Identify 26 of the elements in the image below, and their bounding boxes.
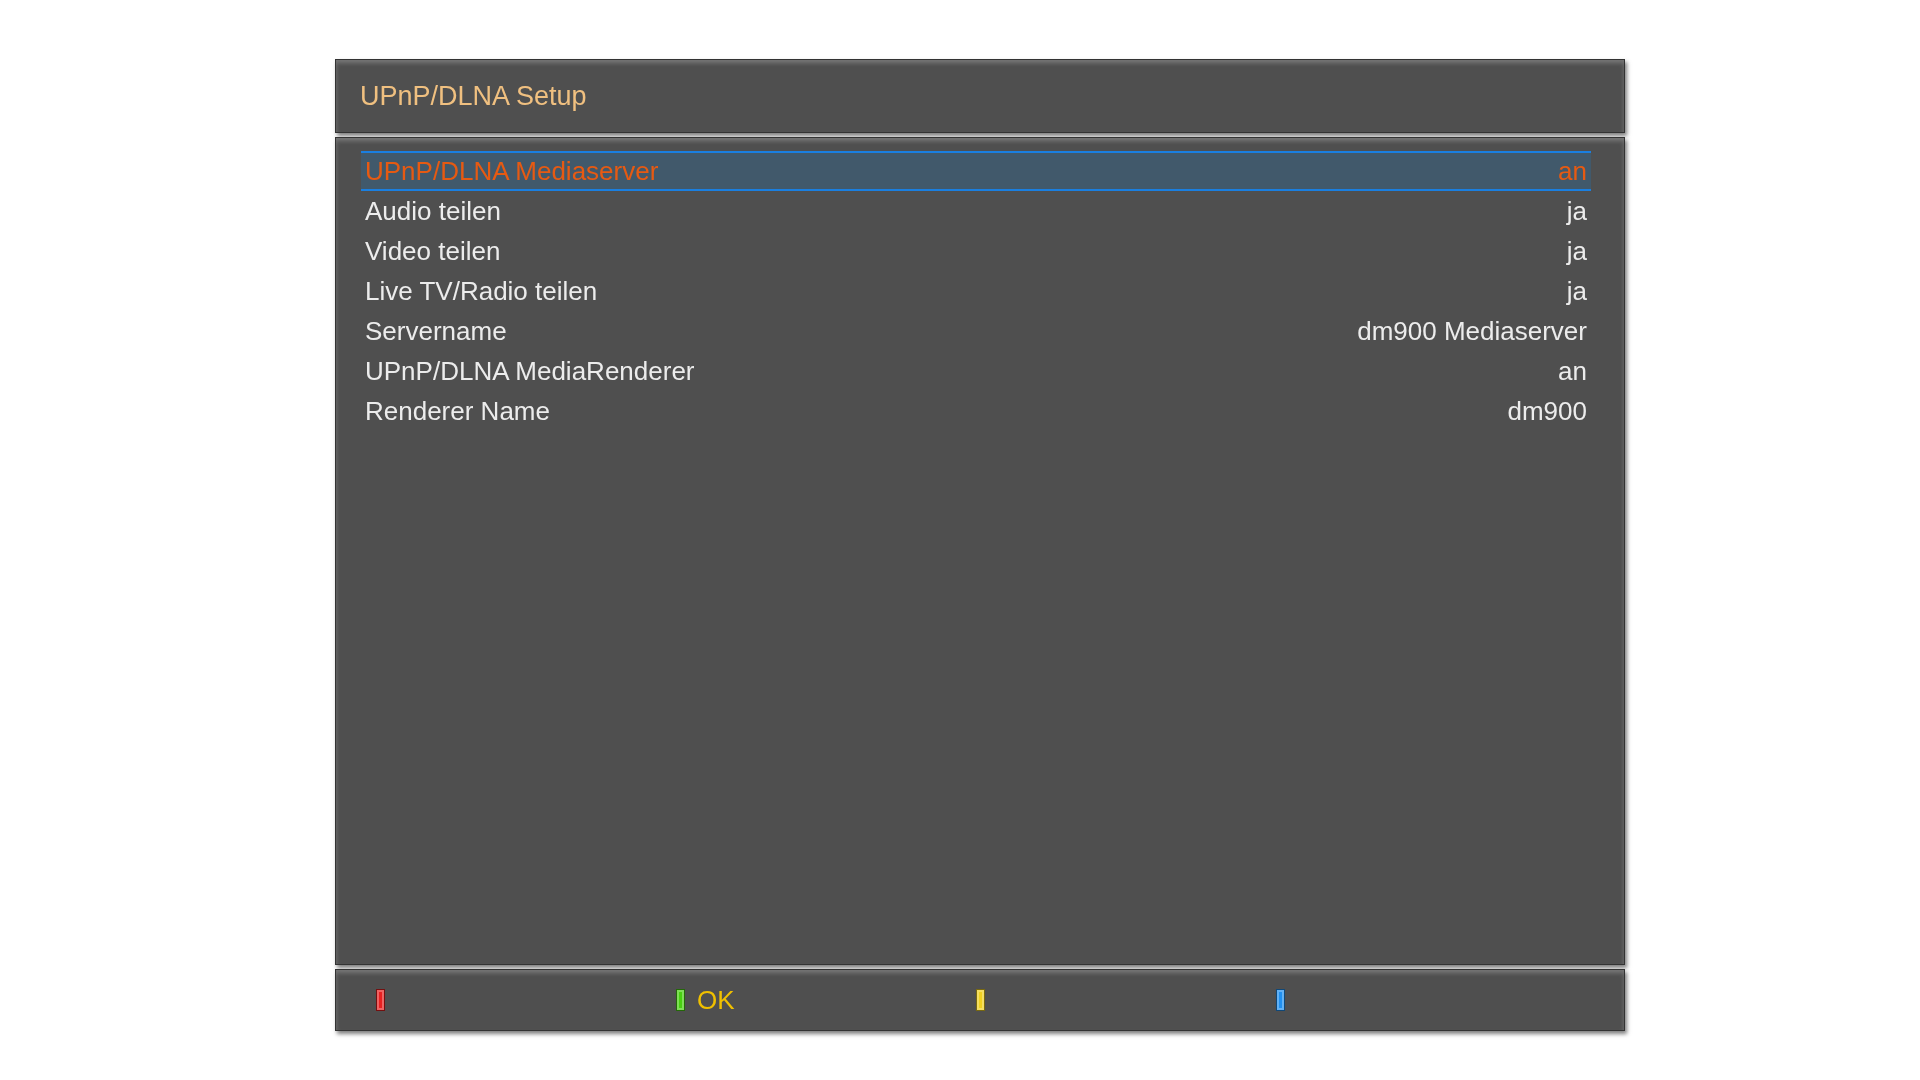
setting-label: UPnP/DLNA MediaRenderer bbox=[365, 355, 695, 387]
color-key-icon[interactable] bbox=[1276, 989, 1285, 1011]
setting-row[interactable]: Audio teilen ja bbox=[361, 191, 1591, 231]
window-title: UPnP/DLNA Setup bbox=[360, 80, 587, 112]
setting-row[interactable]: Renderer Name dm900 bbox=[361, 391, 1591, 431]
setting-label: UPnP/DLNA Mediaserver bbox=[365, 155, 659, 187]
setting-row[interactable]: UPnP/DLNA MediaRenderer an bbox=[361, 351, 1591, 391]
color-key-icon[interactable] bbox=[976, 989, 985, 1011]
key-label: OK bbox=[697, 984, 735, 1016]
setting-label: Audio teilen bbox=[365, 195, 501, 227]
setting-row[interactable]: Video teilen ja bbox=[361, 231, 1591, 271]
setting-label: Live TV/Radio teilen bbox=[365, 275, 598, 307]
setting-value: dm900 bbox=[1507, 395, 1587, 427]
color-key-icon[interactable] bbox=[676, 989, 685, 1011]
setting-row[interactable]: Servername dm900 Mediaserver bbox=[361, 311, 1591, 351]
setting-value: ja bbox=[1566, 195, 1587, 227]
setting-value: dm900 Mediaserver bbox=[1357, 315, 1587, 347]
setting-label: Video teilen bbox=[365, 235, 501, 267]
color-key-icon[interactable] bbox=[376, 989, 385, 1011]
setting-value: an bbox=[1558, 355, 1587, 387]
setting-value: an bbox=[1558, 155, 1587, 187]
setting-label: Renderer Name bbox=[365, 395, 550, 427]
setting-value: ja bbox=[1566, 275, 1587, 307]
setting-value: ja bbox=[1566, 235, 1587, 267]
setting-label: Servername bbox=[365, 315, 507, 347]
setting-row[interactable]: Live TV/Radio teilen ja bbox=[361, 271, 1591, 311]
